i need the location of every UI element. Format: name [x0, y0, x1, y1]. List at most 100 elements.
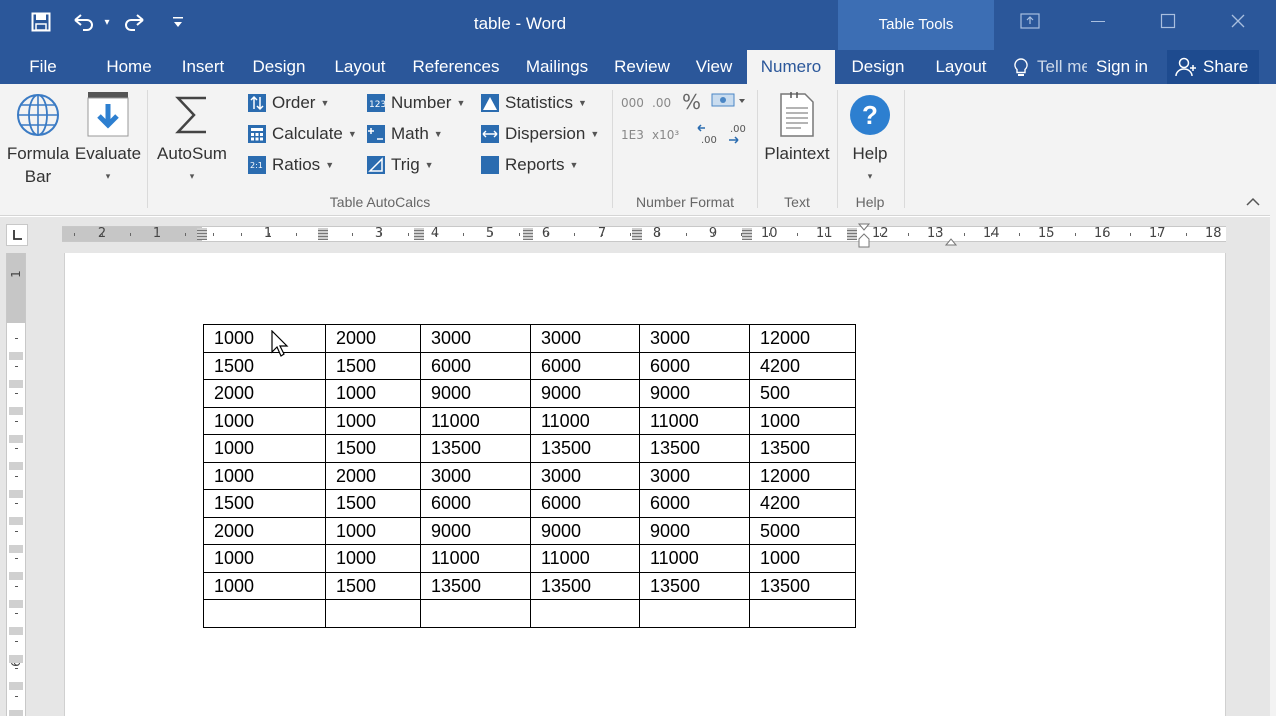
table-cell[interactable]: 13500 — [639, 571, 750, 600]
tab-table-layout[interactable]: Layout — [926, 50, 996, 84]
table-cell[interactable]: 13500 — [749, 571, 856, 600]
table-cell[interactable] — [749, 599, 856, 628]
table-cell[interactable]: 12000 — [749, 324, 856, 353]
table-cell[interactable]: 3000 — [420, 461, 531, 490]
column-marker[interactable] — [318, 228, 328, 240]
table-cell[interactable]: 1000 — [203, 461, 326, 490]
table-cell[interactable]: 13500 — [530, 571, 640, 600]
tab-design[interactable]: Design — [244, 50, 314, 84]
table-cell[interactable]: 6000 — [530, 351, 640, 380]
tab-layout[interactable]: Layout — [326, 50, 394, 84]
percent-format-button[interactable]: % — [682, 90, 701, 114]
table-cell[interactable]: 1500 — [203, 489, 326, 518]
tab-review[interactable]: Review — [608, 50, 676, 84]
row-marker[interactable] — [9, 380, 23, 388]
column-marker[interactable] — [197, 228, 207, 240]
row-marker[interactable] — [9, 710, 23, 716]
table-cell[interactable] — [530, 599, 640, 628]
row-marker[interactable] — [9, 600, 23, 608]
table-cell[interactable]: 1500 — [325, 571, 421, 600]
table-cell[interactable]: 6000 — [420, 351, 531, 380]
table-cell[interactable]: 11000 — [420, 544, 531, 573]
column-marker[interactable] — [632, 228, 642, 240]
vertical-ruler[interactable]: 167 — [6, 253, 26, 716]
tab-selector[interactable] — [6, 224, 28, 246]
collapse-ribbon-icon[interactable] — [1246, 194, 1260, 210]
row-marker[interactable] — [9, 572, 23, 580]
calculate-button[interactable]: Calculate ▼ — [248, 121, 357, 147]
row-marker[interactable] — [9, 435, 23, 443]
share-button[interactable]: Share — [1167, 50, 1259, 84]
table-cell[interactable]: 1000 — [325, 544, 421, 573]
row-marker[interactable] — [9, 627, 23, 635]
column-marker[interactable] — [414, 228, 424, 240]
table-cell[interactable]: 1000 — [203, 544, 326, 573]
tab-insert[interactable]: Insert — [172, 50, 234, 84]
tab-file[interactable]: File — [18, 50, 68, 84]
close-icon[interactable] — [1218, 8, 1258, 38]
row-marker[interactable] — [9, 352, 23, 360]
tab-numero[interactable]: Numero — [747, 50, 835, 84]
column-marker[interactable] — [847, 228, 857, 240]
power-format-button[interactable]: x10³ — [652, 128, 679, 142]
table-cell[interactable]: 9000 — [420, 379, 531, 408]
table-cell[interactable]: 500 — [749, 379, 856, 408]
evaluate-button[interactable]: Evaluate ▾ — [74, 90, 142, 188]
row-marker[interactable] — [9, 407, 23, 415]
table-cell[interactable]: 3000 — [639, 461, 750, 490]
horizontal-ruler[interactable]: 2113456789101112131415161718 — [62, 223, 1226, 248]
reports-button[interactable]: Reports ▼ — [481, 152, 578, 178]
save-icon[interactable] — [28, 8, 54, 36]
table-cell[interactable]: 4200 — [749, 489, 856, 518]
table-cell[interactable]: 9000 — [530, 379, 640, 408]
thousands-separator-button[interactable]: 000 — [621, 96, 644, 110]
table-cell[interactable]: 13500 — [639, 434, 750, 463]
table-cell[interactable]: 1500 — [325, 434, 421, 463]
table-cell[interactable]: 9000 — [639, 379, 750, 408]
table-cell[interactable]: 1000 — [325, 516, 421, 545]
autosum-button[interactable]: AutoSum ▾ — [152, 90, 232, 188]
redo-icon[interactable] — [120, 8, 150, 36]
column-marker[interactable] — [523, 228, 533, 240]
tab-view[interactable]: View — [686, 50, 742, 84]
table-cell[interactable]: 1000 — [203, 571, 326, 600]
table-cell[interactable]: 12000 — [749, 461, 856, 490]
table-cell[interactable]: 1000 — [325, 379, 421, 408]
table-cell[interactable]: 11000 — [420, 406, 531, 435]
plaintext-button[interactable]: Plaintext — [762, 90, 832, 165]
table-cell[interactable]: 9000 — [420, 516, 531, 545]
customize-qat-icon[interactable] — [170, 8, 186, 36]
table-cell[interactable]: 9000 — [530, 516, 640, 545]
help-button[interactable]: ? Help ▾ — [842, 90, 898, 188]
order-button[interactable]: Order ▼ — [248, 90, 329, 116]
table-cell[interactable]: 1000 — [203, 434, 326, 463]
currency-format-icon[interactable] — [711, 92, 747, 115]
scientific-format-button[interactable]: 1E3 — [621, 128, 644, 142]
table-cell[interactable] — [639, 599, 750, 628]
table-cell[interactable]: 6000 — [420, 489, 531, 518]
table-cell[interactable]: 1000 — [749, 544, 856, 573]
table-cell[interactable]: 4200 — [749, 351, 856, 380]
undo-icon[interactable] — [68, 8, 98, 36]
table-cell[interactable] — [325, 599, 421, 628]
number-button[interactable]: 123 Number ▼ — [367, 90, 465, 116]
table-cell[interactable]: 3000 — [530, 324, 640, 353]
sign-in-link[interactable]: Sign in — [1096, 50, 1148, 84]
row-marker[interactable] — [9, 462, 23, 470]
tab-table-design[interactable]: Design — [842, 50, 914, 84]
table-cell[interactable]: 3000 — [530, 461, 640, 490]
ribbon-display-options-icon[interactable] — [1010, 8, 1050, 38]
table-cell[interactable]: 11000 — [639, 406, 750, 435]
maximize-icon[interactable] — [1148, 8, 1188, 38]
decrease-decimal-icon[interactable]: .00 — [726, 122, 750, 151]
table-cell[interactable]: 13500 — [420, 434, 531, 463]
table-cell[interactable]: 11000 — [639, 544, 750, 573]
statistics-button[interactable]: Statistics ▼ — [481, 90, 587, 116]
tab-references[interactable]: References — [406, 50, 506, 84]
indent-marker-icon[interactable] — [857, 223, 871, 249]
table-cell[interactable]: 11000 — [530, 406, 640, 435]
formula-bar-button[interactable]: Formula Bar — [4, 90, 72, 188]
table-cell[interactable]: 1000 — [325, 406, 421, 435]
table-cell[interactable]: 13500 — [420, 571, 531, 600]
minimize-icon[interactable] — [1078, 8, 1118, 38]
